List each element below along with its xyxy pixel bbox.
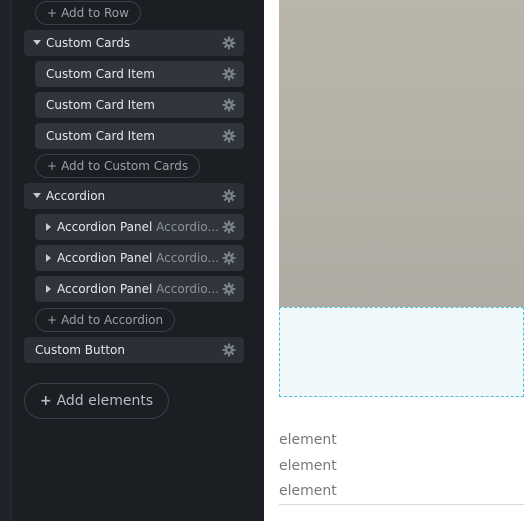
- tree-item-custom-cards[interactable]: Custom Cards: [24, 30, 244, 56]
- caret-right-icon[interactable]: [46, 253, 51, 262]
- tree-item-label: Accordion Panel: [57, 251, 153, 265]
- tree-item-custom-card-item[interactable]: Custom Card Item: [35, 92, 244, 118]
- divider: [279, 504, 524, 505]
- caret-right-icon[interactable]: [46, 222, 51, 231]
- tree-item-sublabel: Accordio...: [156, 251, 219, 265]
- gear-icon[interactable]: [222, 67, 236, 81]
- caret-down-icon[interactable]: [33, 40, 41, 45]
- add-to-accordion-label: Add to Accordion: [61, 313, 164, 327]
- tree-item-label: Accordion Panel: [57, 282, 153, 296]
- gear-icon[interactable]: [222, 282, 236, 296]
- plus-icon: +: [39, 393, 52, 409]
- add-to-accordion-button[interactable]: + Add to Accordion: [35, 308, 176, 332]
- caret-down-icon[interactable]: [33, 193, 41, 198]
- image-placeholder[interactable]: [279, 0, 524, 307]
- add-elements-button[interactable]: + Add elements: [24, 383, 169, 419]
- gear-icon[interactable]: [222, 98, 236, 112]
- plus-icon: +: [47, 159, 58, 173]
- gear-icon[interactable]: [222, 343, 236, 357]
- tree-item-accordion-panel[interactable]: Accordion Panel Accordio...: [35, 276, 244, 302]
- tree-item-label: Accordion: [46, 189, 106, 203]
- gear-icon[interactable]: [222, 36, 236, 50]
- tree-item-custom-card-item[interactable]: Custom Card Item: [35, 61, 244, 87]
- builder-panel: + Add to Row Custom Cards Custom Card Ite…: [0, 0, 264, 521]
- tree-item-label: Custom Card Item: [46, 129, 155, 143]
- add-to-custom-cards-button[interactable]: + Add to Custom Cards: [35, 154, 201, 178]
- plus-icon: +: [47, 6, 58, 20]
- tree-item-accordion-panel[interactable]: Accordion Panel Accordio...: [35, 214, 244, 240]
- tree-item-label: Custom Cards: [46, 36, 131, 50]
- tree-item-accordion[interactable]: Accordion: [24, 183, 244, 209]
- add-elements-label: Add elements: [56, 393, 154, 409]
- tree-item-label: Custom Card Item: [46, 98, 155, 112]
- gear-icon[interactable]: [222, 220, 236, 234]
- gear-icon[interactable]: [222, 189, 236, 203]
- element-text: element: [279, 483, 337, 499]
- tree-item-sublabel: Accordio...: [156, 220, 219, 234]
- tree-item-accordion-panel[interactable]: Accordion Panel Accordio...: [35, 245, 244, 271]
- element-text: element: [279, 432, 337, 448]
- panel-rail: [0, 0, 12, 521]
- tree-item-label: Accordion Panel: [57, 220, 153, 234]
- caret-right-icon[interactable]: [46, 284, 51, 293]
- gear-icon[interactable]: [222, 251, 236, 265]
- tree-item-label: Custom Button: [35, 343, 125, 357]
- preview-canvas: element element element: [264, 0, 524, 521]
- drop-zone[interactable]: [279, 307, 524, 397]
- plus-icon: +: [47, 313, 58, 327]
- add-to-custom-cards-label: Add to Custom Cards: [61, 159, 189, 173]
- tree-item-label: Custom Card Item: [46, 67, 155, 81]
- add-to-row-button[interactable]: + Add to Row: [35, 1, 141, 25]
- gear-icon[interactable]: [222, 129, 236, 143]
- element-text: element: [279, 458, 337, 474]
- tree-item-custom-button[interactable]: Custom Button: [24, 337, 244, 363]
- add-to-row-label: Add to Row: [61, 6, 129, 20]
- tree-item-sublabel: Accordio...: [156, 282, 219, 296]
- tree-item-custom-card-item[interactable]: Custom Card Item: [35, 123, 244, 149]
